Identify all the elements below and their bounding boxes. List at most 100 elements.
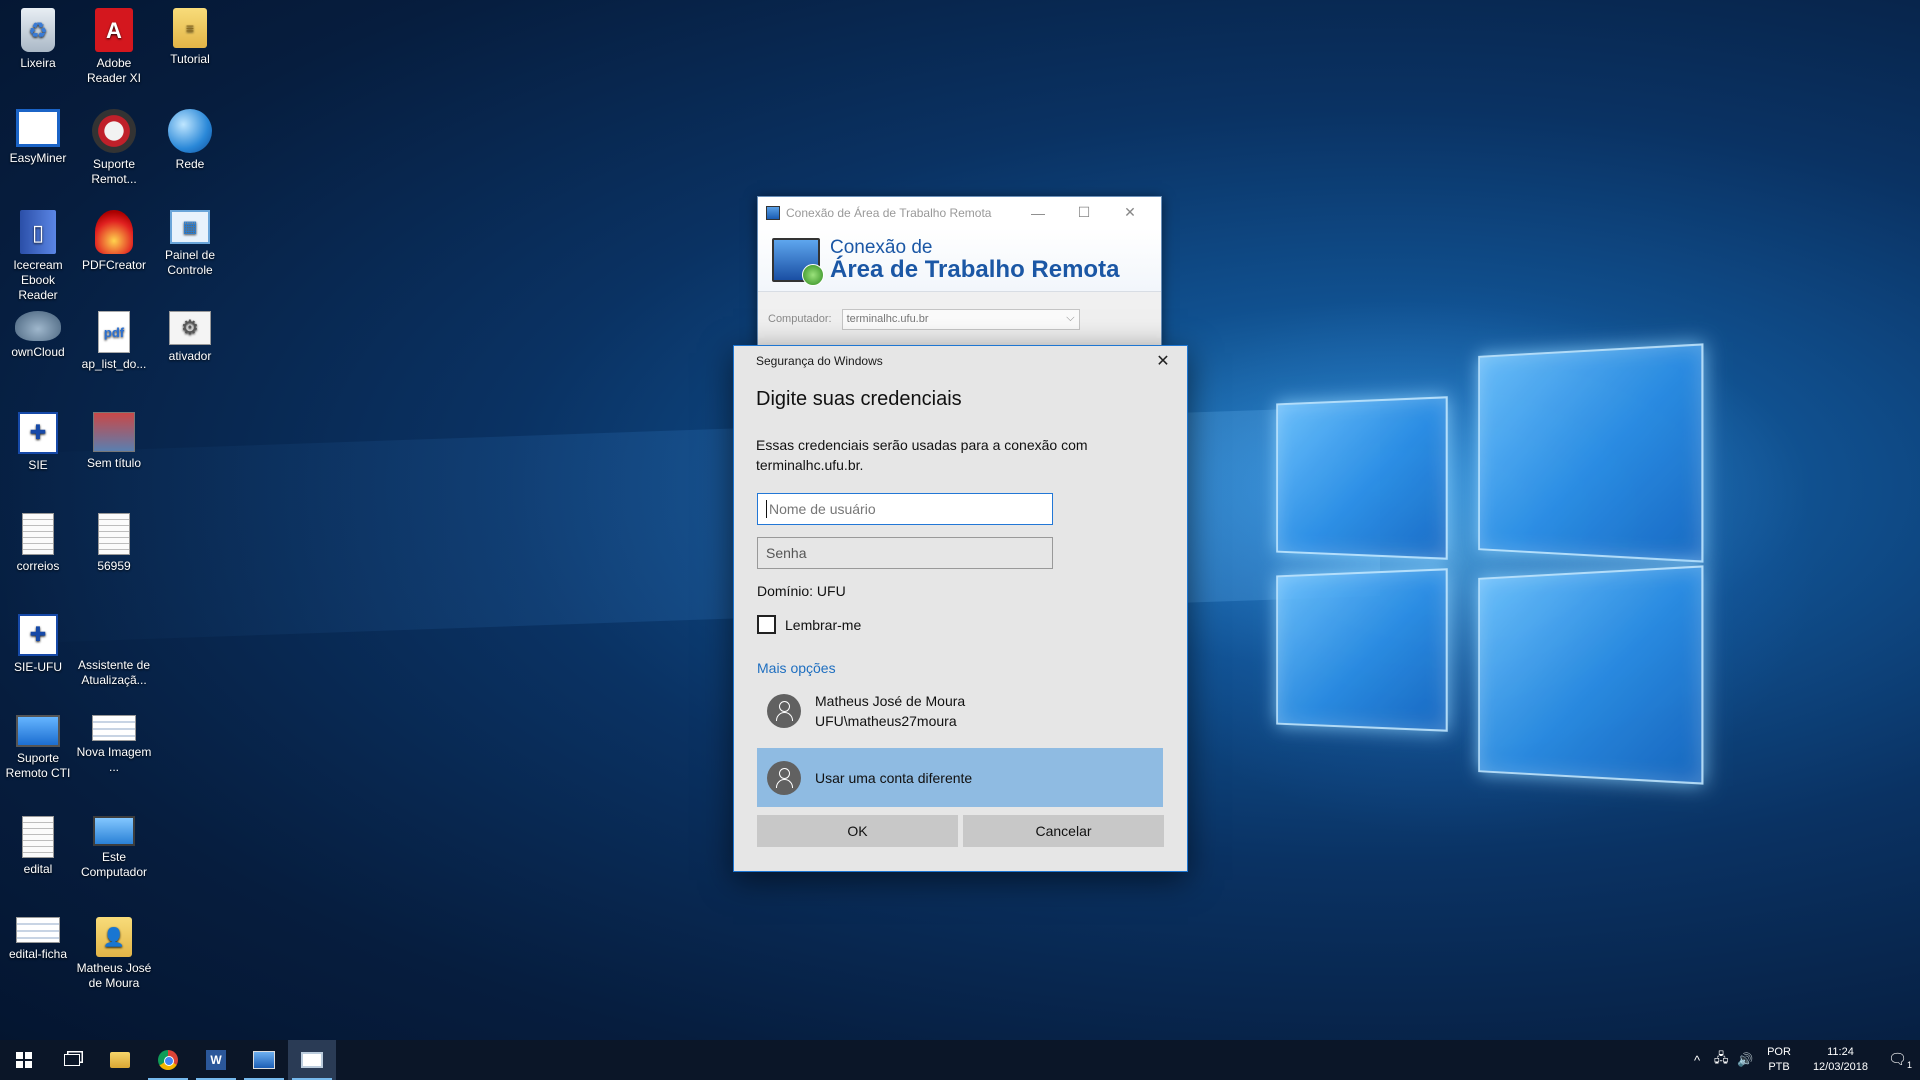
document-icon	[22, 816, 54, 858]
close-icon[interactable]: ✕	[1153, 351, 1173, 371]
wallpaper-glow	[1100, 280, 1820, 840]
password-input[interactable]: Senha	[757, 537, 1053, 569]
chevron-down-icon[interactable]: ⌵	[1066, 312, 1074, 325]
more-options-link[interactable]: Mais opções	[757, 660, 1187, 676]
text-file-icon	[22, 513, 54, 555]
account-option-different[interactable]: Usar uma conta diferente	[757, 748, 1163, 807]
desktop-icon-tutorial[interactable]: ≡ Tutorial	[152, 8, 228, 67]
rdp-body: Computador: terminalhc.ufu.br ⌵	[758, 292, 1161, 346]
window-icon	[301, 1052, 323, 1068]
desktop-icon-label: SIE-UFU	[14, 660, 62, 674]
remember-me-row[interactable]: Lembrar-me	[757, 615, 1187, 634]
desktop-icon-ativador[interactable]: ⚙ ativador	[152, 311, 228, 364]
account-option-matheus[interactable]: Matheus José de Moura UFU\matheus27moura	[757, 684, 1163, 738]
pdf-file-icon: pdf	[98, 311, 130, 353]
sie-icon: ✚	[18, 614, 58, 656]
clock-date: 12/03/2018	[1812, 1061, 1868, 1073]
desktop-icon-suporte-remoto[interactable]: Suporte Remot...	[76, 109, 152, 187]
network-icon[interactable]: 🖧	[1709, 1049, 1733, 1071]
desktop-icon-56959[interactable]: 56959	[76, 513, 152, 574]
desktop-icon-label: Tutorial	[170, 52, 210, 66]
credentials-message: Essas credenciais serão usadas para a co…	[756, 437, 1088, 473]
language-indicator[interactable]: POR PTB	[1767, 1045, 1791, 1075]
monitor-icon	[16, 715, 60, 747]
taskbar-file-explorer[interactable]	[96, 1040, 144, 1080]
minimize-icon[interactable]: —	[1015, 205, 1061, 221]
clock-time: 11:24	[1827, 1046, 1854, 1058]
rdp-banner-line1: Conexão de	[830, 236, 933, 258]
desktop-icon-label: ap_list_do...	[81, 357, 147, 371]
task-view-button[interactable]	[48, 1040, 96, 1080]
rdp-titlebar[interactable]: Conexão de Área de Trabalho Remota — ☐ ✕	[758, 197, 1161, 228]
desktop-icon-suporte-cti[interactable]: Suporte Remoto CTI	[0, 715, 76, 781]
desktop-icon-label: Matheus José de Moura	[76, 961, 152, 990]
image-file-icon	[93, 412, 135, 452]
control-panel-icon: ▦	[170, 210, 210, 244]
desktop-icon-sie-ufu[interactable]: ✚ SIE-UFU	[0, 614, 76, 675]
keyboard-layout: PTB	[1768, 1061, 1790, 1073]
desktop-icon-este-computador[interactable]: Este Computador	[76, 816, 152, 880]
maximize-icon[interactable]: ☐	[1061, 204, 1107, 221]
rdp-window: Conexão de Área de Trabalho Remota — ☐ ✕…	[757, 196, 1162, 346]
desktop-icon-edital-ficha[interactable]: edital-ficha	[0, 917, 76, 962]
desktop-icon-adobe-reader[interactable]: A Adobe Reader XI	[76, 8, 152, 86]
taskbar-security-window[interactable]	[288, 1040, 336, 1080]
security-titlebar[interactable]: Segurança do Windows ✕	[734, 346, 1187, 376]
volume-icon[interactable]: 🔊	[1733, 1052, 1757, 1068]
desktop-icon-correios[interactable]: correios	[0, 513, 76, 574]
desktop-icon-label: Lixeira	[20, 56, 56, 70]
chevron-up-icon[interactable]: ^	[1685, 1053, 1709, 1068]
recycle-bin-icon: ♻	[21, 8, 55, 52]
notification-center-button[interactable]: 🗨1	[1880, 1050, 1920, 1070]
cancel-button[interactable]: Cancelar	[963, 815, 1164, 847]
start-button[interactable]	[0, 1040, 48, 1080]
remember-me-label: Lembrar-me	[785, 616, 862, 633]
taskbar-remote-desktop[interactable]	[240, 1040, 288, 1080]
desktop-icon-label: Sem título	[86, 456, 142, 470]
desktop-icon-nova-imagem[interactable]: Nova Imagem ...	[76, 715, 152, 775]
desktop-icon-user-folder[interactable]: 👤 Matheus José de Moura	[76, 917, 152, 991]
rdp-app-icon	[766, 205, 780, 220]
taskbar-chrome[interactable]	[144, 1040, 192, 1080]
ebook-reader-icon: ▯	[20, 210, 56, 254]
computer-value: terminalhc.ufu.br	[846, 313, 929, 325]
desktop-icon-label: ownCloud	[11, 345, 65, 359]
easyminer-icon	[16, 109, 60, 147]
desktop-icon-label: Rede	[175, 157, 205, 171]
account-name: Usar uma conta diferente	[815, 769, 973, 786]
desktop-icon-painel[interactable]: ▦ Painel de Controle	[152, 210, 228, 278]
desktop-icon-owncloud[interactable]: ownCloud	[0, 311, 76, 360]
desktop-icon-easyminer[interactable]: EasyMiner	[0, 109, 76, 166]
chrome-icon	[158, 1050, 178, 1070]
account-name: Matheus José de Moura	[815, 693, 966, 709]
taskbar-word[interactable]: W	[192, 1040, 240, 1080]
user-folder-icon: 👤	[96, 917, 132, 957]
desktop-icon-sem-titulo[interactable]: Sem título	[76, 412, 152, 471]
desktop-icon-assistente[interactable]: Assistente de Atualizaçã...	[76, 614, 152, 688]
username-input[interactable]: Nome de usuário	[757, 493, 1053, 525]
desktop-icon-rede[interactable]: Rede	[152, 109, 228, 172]
folder-icon: ≡	[173, 8, 207, 48]
desktop-icon-icecream[interactable]: ▯ Icecream Ebook Reader	[0, 210, 76, 303]
remote-support-icon	[92, 109, 136, 153]
desktop-icon-label: ativador	[168, 349, 212, 363]
close-icon[interactable]: ✕	[1107, 204, 1153, 221]
desktop-icon-ap-list[interactable]: pdf ap_list_do...	[76, 311, 152, 372]
desktop-icon-label: edital-ficha	[8, 947, 68, 961]
windows-security-dialog: Segurança do Windows ✕ Digite suas crede…	[733, 345, 1188, 872]
desktop-icon-label: SIE	[28, 458, 48, 472]
desktop-icon-pdfcreator[interactable]: PDFCreator	[76, 210, 152, 273]
desktop-icon-label: EasyMiner	[9, 151, 67, 165]
clock[interactable]: 11:24 12/03/2018	[1813, 1045, 1868, 1075]
desktop-icon-label: 56959	[97, 559, 131, 573]
language-code: POR	[1767, 1046, 1791, 1058]
computer-combobox[interactable]: terminalhc.ufu.br ⌵	[841, 308, 1080, 330]
wallpaper-logo-pane-tl	[1276, 396, 1448, 560]
text-caret	[766, 500, 767, 518]
remember-me-checkbox[interactable]	[757, 615, 776, 634]
desktop-icon-sie[interactable]: ✚ SIE	[0, 412, 76, 473]
ok-button[interactable]: OK	[757, 815, 958, 847]
image-file-icon	[92, 715, 136, 741]
desktop-icon-lixeira[interactable]: ♻ Lixeira	[0, 8, 76, 71]
desktop-icon-edital[interactable]: edital	[0, 816, 76, 877]
